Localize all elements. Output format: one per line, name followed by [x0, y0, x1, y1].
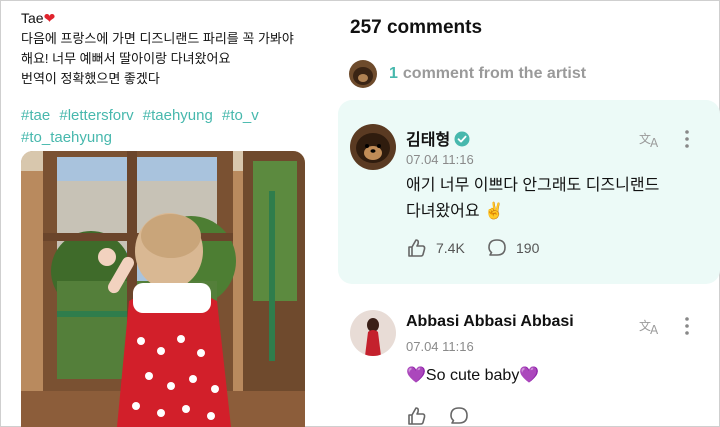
artist-comment-count: 1: [389, 65, 398, 82]
comment-author-name: 김태형: [406, 132, 451, 149]
reply-button[interactable]: 190: [486, 238, 539, 258]
like-icon: [408, 239, 426, 257]
comment-text: 애기 너무 이쁘다 안그래도 디즈니랜드 다녀왔어요 ✌️: [406, 173, 706, 225]
hashtag-to-taehyung[interactable]: #to_taehyung: [21, 129, 112, 146]
like-button[interactable]: [406, 406, 436, 426]
post-photo[interactable]: [21, 151, 305, 427]
post-author: Tae❤: [21, 8, 321, 28]
child-at-window-image: [21, 151, 305, 427]
hashtag-list: #tae #lettersforv #taehyung #to_v #to_ta…: [21, 105, 321, 149]
comment-timestamp: 07.04 11:16: [406, 339, 474, 354]
comment-timestamp: 07.04 11:16: [406, 152, 474, 167]
svg-text:A: A: [650, 136, 659, 149]
comment-author-name[interactable]: Abbasi Abbasi Abbasi: [406, 313, 574, 331]
avatar[interactable]: [350, 124, 396, 170]
verified-icon: [454, 131, 470, 147]
reply-count: 190: [516, 240, 540, 256]
post-body: 다음에 프랑스에 가면 디즈니랜드 파리를 꼭 가봐야 해요! 너무 예뻐서 딸…: [21, 31, 294, 86]
avatar[interactable]: [350, 310, 396, 356]
reply-icon: [488, 239, 506, 256]
like-icon: [408, 407, 426, 425]
comment-text: 💜So cute baby💜: [406, 363, 539, 389]
artist-avatar-small: [349, 60, 377, 88]
reply-icon: [450, 407, 468, 424]
comments-count-title: 257 comments: [350, 17, 483, 38]
translate-icon[interactable]: 文 A: [638, 315, 664, 337]
hashtag-taehyung[interactable]: #taehyung: [143, 107, 213, 124]
victory-hand-emoji: ✌️: [484, 203, 504, 220]
artist-comment-text: comment from the artist: [402, 65, 587, 82]
comment-text-body: 애기 너무 이쁘다 안그래도 디즈니랜드 다녀왔어요: [406, 177, 660, 220]
artist-comment-label: 1 comment from the artist: [389, 65, 586, 83]
hashtag-to-v[interactable]: #to_v: [222, 107, 259, 124]
like-count: 7.4K: [436, 240, 465, 256]
more-options-icon[interactable]: [680, 128, 694, 150]
svg-text:A: A: [650, 323, 659, 336]
more-options-icon[interactable]: [680, 315, 694, 337]
translate-icon[interactable]: 文 A: [638, 128, 664, 150]
purple-heart-emoji: 💜: [519, 367, 540, 384]
heart-icon: ❤: [43, 10, 56, 26]
post-author-name: Tae: [21, 10, 44, 26]
comment-text-body: So cute baby: [425, 367, 520, 384]
post: Tae❤ 다음에 프랑스에 가면 디즈니랜드 파리를 꼭 가봐야 해요! 너무 …: [21, 8, 321, 149]
comment-author[interactable]: 김태형: [406, 126, 470, 150]
reply-button[interactable]: [448, 406, 478, 426]
purple-heart-emoji: 💜: [406, 367, 426, 384]
artist-comment-filter[interactable]: 1 comment from the artist: [349, 60, 586, 88]
like-button[interactable]: 7.4K: [406, 238, 465, 258]
hashtag-tae[interactable]: #tae: [21, 107, 50, 124]
hashtag-lettersforv[interactable]: #lettersforv: [59, 107, 133, 124]
